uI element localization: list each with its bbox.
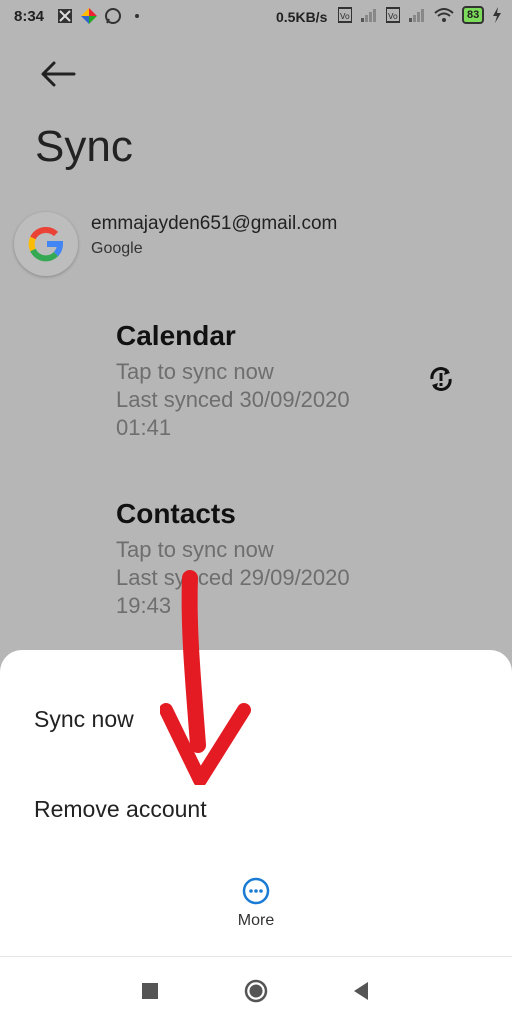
sync-item-name: Contacts	[116, 498, 236, 529]
sync-error-icon[interactable]	[426, 366, 456, 392]
status-right-icons: Vo Vo 83	[338, 6, 502, 24]
dot-icon	[135, 14, 139, 18]
charging-icon	[493, 7, 502, 23]
notification-icons	[56, 7, 146, 25]
more-icon	[242, 877, 270, 905]
back-nav-icon[interactable]	[352, 981, 370, 1001]
network-speed: 0.5KB/s	[276, 9, 328, 25]
sync-last-synced: Last synced 30/09/2020	[116, 387, 350, 412]
account-type: Google	[91, 240, 143, 257]
whatsapp-icon	[105, 8, 121, 24]
svg-text:Vo: Vo	[388, 12, 398, 21]
recents-icon[interactable]	[142, 983, 158, 999]
screen: 8:34 0.5KB/s Vo Vo 83 Sync emmajayden651…	[0, 0, 512, 1025]
sync-item-name: Calendar	[116, 320, 236, 351]
sync-status-text: Tap to sync now	[116, 537, 274, 562]
more-button[interactable]: More	[226, 876, 286, 936]
page-title: Sync	[35, 122, 133, 171]
sync-item-status: Tap to sync now Last synced 30/09/2020 0…	[116, 358, 350, 442]
signal-icon	[409, 9, 424, 22]
status-time: 8:34	[14, 8, 45, 25]
more-label: More	[237, 912, 275, 929]
status-bar: 8:34 0.5KB/s Vo Vo 83	[0, 0, 512, 36]
remove-account-option[interactable]: Remove account	[34, 796, 207, 823]
account-email: emmajayden651@gmail.com	[91, 213, 338, 234]
sync-last-time: 01:41	[116, 415, 172, 440]
home-icon[interactable]	[244, 979, 268, 1003]
battery-icon: 83	[462, 6, 485, 24]
volte-icon: Vo	[338, 7, 352, 23]
red-arrow-icon	[160, 570, 251, 785]
back-arrow-icon[interactable]	[38, 56, 78, 92]
volte-icon: Vo	[386, 7, 400, 23]
svg-text:Vo: Vo	[340, 12, 350, 21]
avatar	[14, 212, 78, 276]
sync-item-calendar[interactable]: Calendar Tap to sync now Last synced 30/…	[116, 320, 350, 442]
pinwheel-icon	[81, 8, 97, 24]
navigation-bar	[0, 956, 512, 1025]
app-icon	[58, 9, 72, 23]
sync-now-option[interactable]: Sync now	[34, 706, 134, 733]
signal-icon	[361, 9, 376, 22]
sync-status-text: Tap to sync now	[116, 359, 274, 384]
wifi-icon	[434, 8, 454, 22]
google-logo-icon	[28, 227, 63, 262]
